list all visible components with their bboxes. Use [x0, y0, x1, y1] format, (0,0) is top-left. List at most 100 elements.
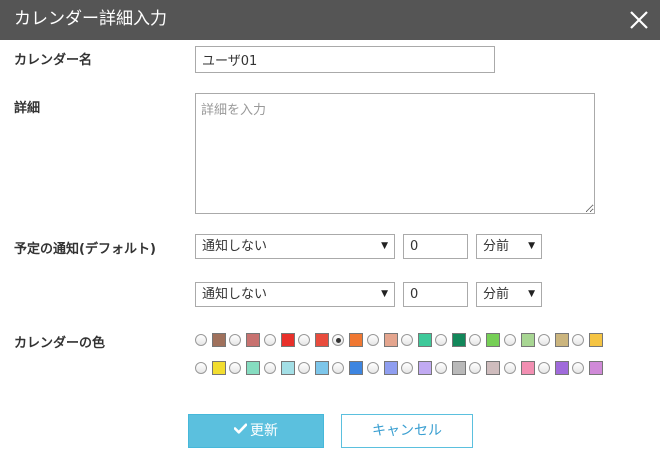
color-option[interactable]: [229, 333, 263, 349]
color-radio[interactable]: [263, 362, 276, 374]
color-option[interactable]: [332, 361, 366, 377]
cancel-button-label: キャンセル: [372, 423, 442, 439]
update-button[interactable]: 更新: [188, 414, 324, 448]
color-radio[interactable]: [366, 334, 379, 346]
color-swatch: [246, 361, 261, 375]
notify-type-value: 通知しない: [202, 239, 268, 254]
notify-amount-input-2[interactable]: [403, 282, 468, 307]
notify-unit-value: 分前: [483, 239, 510, 254]
color-swatch: [349, 333, 364, 347]
notify-type-select-1[interactable]: 通知しない ▼: [195, 234, 395, 259]
color-option[interactable]: [195, 361, 229, 377]
color-option[interactable]: [263, 333, 298, 349]
color-radio[interactable]: [332, 362, 345, 374]
color-option[interactable]: [263, 361, 298, 377]
color-radio[interactable]: [503, 334, 516, 346]
notify-unit-select-2[interactable]: 分前 ▼: [476, 282, 542, 307]
color-swatch: [555, 361, 569, 375]
color-swatch: [212, 361, 226, 375]
notify-unit-select-1[interactable]: 分前 ▼: [476, 234, 542, 259]
color-swatch: [280, 361, 295, 375]
dropdown-arrow-icon: ▼: [528, 289, 535, 299]
color-swatch: [349, 361, 364, 375]
color-option[interactable]: [297, 361, 332, 377]
color-radio[interactable]: [572, 362, 585, 374]
dialog-title: カレンダー詳細入力: [14, 9, 167, 29]
color-option[interactable]: [332, 333, 366, 349]
dropdown-arrow-icon: ▼: [528, 241, 535, 251]
color-option[interactable]: [572, 333, 606, 349]
color-swatch: [212, 333, 226, 347]
color-swatch: [486, 361, 501, 375]
color-radio[interactable]: [229, 362, 242, 374]
color-radio[interactable]: [195, 362, 207, 374]
color-radio[interactable]: [400, 362, 413, 374]
color-radio[interactable]: [503, 362, 516, 374]
color-radio[interactable]: [332, 334, 345, 346]
color-option[interactable]: [366, 333, 401, 349]
color-option[interactable]: [538, 333, 572, 349]
notify-type-select-2[interactable]: 通知しない ▼: [195, 282, 395, 307]
color-option[interactable]: [503, 361, 538, 377]
color-radio[interactable]: [297, 334, 310, 346]
color-radio[interactable]: [229, 334, 242, 346]
color-radio[interactable]: [538, 362, 550, 374]
color-radio[interactable]: [572, 334, 585, 346]
color-swatch: [589, 333, 604, 347]
color-option[interactable]: [400, 361, 435, 377]
color-swatch: [383, 361, 398, 375]
color-swatch: [520, 361, 535, 375]
detail-label: 詳細: [14, 101, 41, 116]
color-swatch: [280, 333, 295, 347]
color-row-1: [195, 333, 615, 349]
calendar-name-input[interactable]: [195, 46, 495, 73]
color-label: カレンダーの色: [14, 336, 106, 351]
color-option[interactable]: [572, 361, 606, 377]
cancel-button[interactable]: キャンセル: [341, 414, 473, 448]
color-radio[interactable]: [366, 362, 379, 374]
notify-amount-input-1[interactable]: [403, 234, 468, 259]
color-option[interactable]: [366, 361, 401, 377]
color-radio[interactable]: [435, 334, 448, 346]
color-option[interactable]: [435, 333, 469, 349]
color-option[interactable]: [469, 361, 503, 377]
color-swatch: [452, 361, 467, 375]
color-row-2: [195, 361, 615, 377]
color-option[interactable]: [229, 361, 263, 377]
color-radio[interactable]: [195, 334, 207, 346]
color-swatch: [314, 333, 329, 347]
color-radio[interactable]: [435, 362, 448, 374]
color-radio[interactable]: [400, 334, 413, 346]
color-option[interactable]: [297, 333, 332, 349]
detail-textarea[interactable]: [195, 93, 595, 214]
dialog-titlebar: カレンダー詳細入力: [0, 0, 660, 40]
color-swatch: [589, 361, 604, 375]
color-swatch: [246, 333, 261, 347]
color-swatch: [383, 333, 398, 347]
color-option[interactable]: [469, 333, 503, 349]
calendar-name-label: カレンダー名: [14, 53, 93, 68]
color-swatch: [417, 333, 432, 347]
color-option[interactable]: [400, 333, 435, 349]
check-icon: [233, 414, 248, 446]
color-radio[interactable]: [297, 362, 310, 374]
color-swatch: [486, 333, 501, 347]
color-option[interactable]: [435, 361, 469, 377]
color-swatch: [555, 333, 569, 347]
color-option[interactable]: [538, 361, 572, 377]
close-icon[interactable]: [625, 6, 653, 34]
notify-label: 予定の通知(デフォルト): [14, 242, 156, 257]
dropdown-arrow-icon: ▼: [381, 241, 388, 251]
color-option[interactable]: [195, 333, 229, 349]
notify-unit-value: 分前: [483, 287, 510, 302]
color-radio[interactable]: [538, 334, 550, 346]
notify-type-value: 通知しない: [202, 287, 268, 302]
color-radio[interactable]: [469, 334, 482, 346]
color-option[interactable]: [503, 333, 538, 349]
color-radio[interactable]: [469, 362, 482, 374]
color-swatch: [520, 333, 535, 347]
color-swatch: [417, 361, 432, 375]
update-button-label: 更新: [250, 423, 278, 439]
color-swatch: [314, 361, 329, 375]
color-radio[interactable]: [263, 334, 276, 346]
